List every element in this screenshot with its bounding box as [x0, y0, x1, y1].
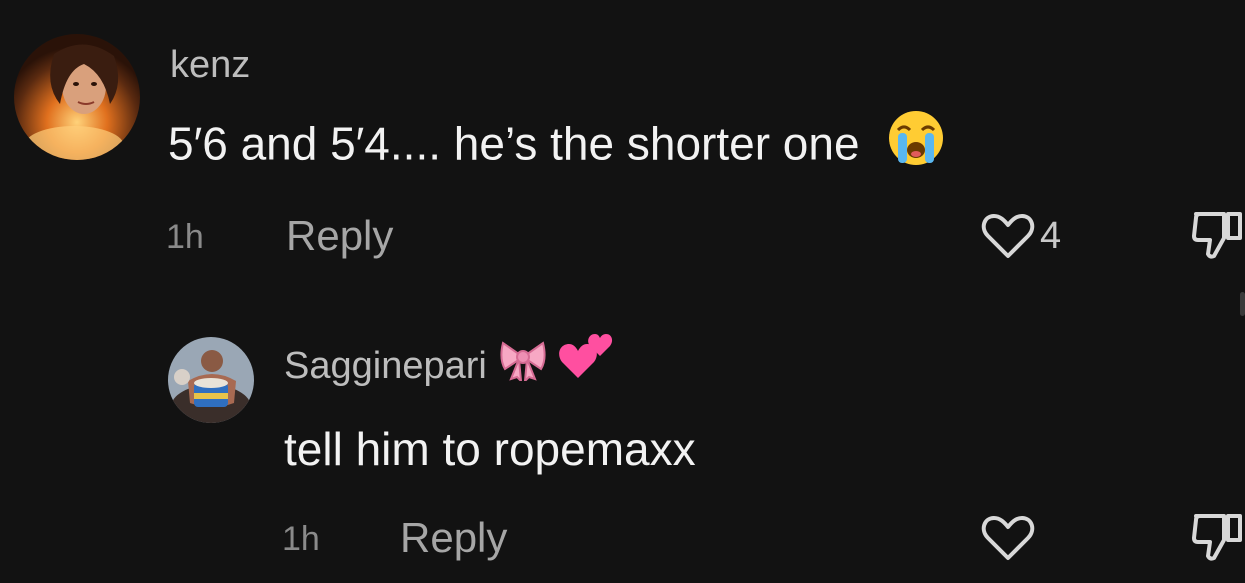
like-button[interactable]: 4: [980, 210, 1061, 262]
like-button[interactable]: [980, 512, 1036, 564]
dislike-button[interactable]: [1190, 510, 1245, 571]
comment-username[interactable]: kenz: [170, 44, 250, 87]
comment-username-text: Sagginepari: [284, 345, 487, 388]
avatar[interactable]: [14, 34, 140, 160]
thumbs-down-icon: [1192, 212, 1242, 259]
avatar-image: [168, 337, 254, 423]
comment-timestamp: 1h: [166, 218, 204, 256]
loudly-crying-face-emoji: [886, 108, 946, 179]
avatar[interactable]: [168, 337, 254, 423]
like-count: 4: [1040, 214, 1062, 257]
thumbs-down-icon: [1192, 514, 1242, 561]
avatar-image: [14, 34, 140, 160]
comment-timestamp: 1h: [282, 520, 320, 558]
two-hearts-emoji: [558, 332, 614, 392]
heart-outline-icon: [981, 214, 1035, 258]
comment-text: 5′6 and 5′4.... he’s the shorter one: [168, 111, 946, 179]
heart-outline-icon: [981, 516, 1035, 560]
comment-text: tell him to ropemaxx: [284, 423, 696, 475]
dislike-button[interactable]: [1190, 208, 1245, 269]
ribbon-bow-emoji: [499, 339, 547, 391]
reply-button[interactable]: Reply: [400, 514, 507, 562]
reply-button[interactable]: Reply: [286, 212, 393, 260]
comment-text-content: 5′6 and 5′4.... he’s the shorter one: [168, 117, 860, 170]
comment-username[interactable]: Sagginepari: [284, 334, 614, 392]
scrollbar[interactable]: [1240, 292, 1245, 316]
